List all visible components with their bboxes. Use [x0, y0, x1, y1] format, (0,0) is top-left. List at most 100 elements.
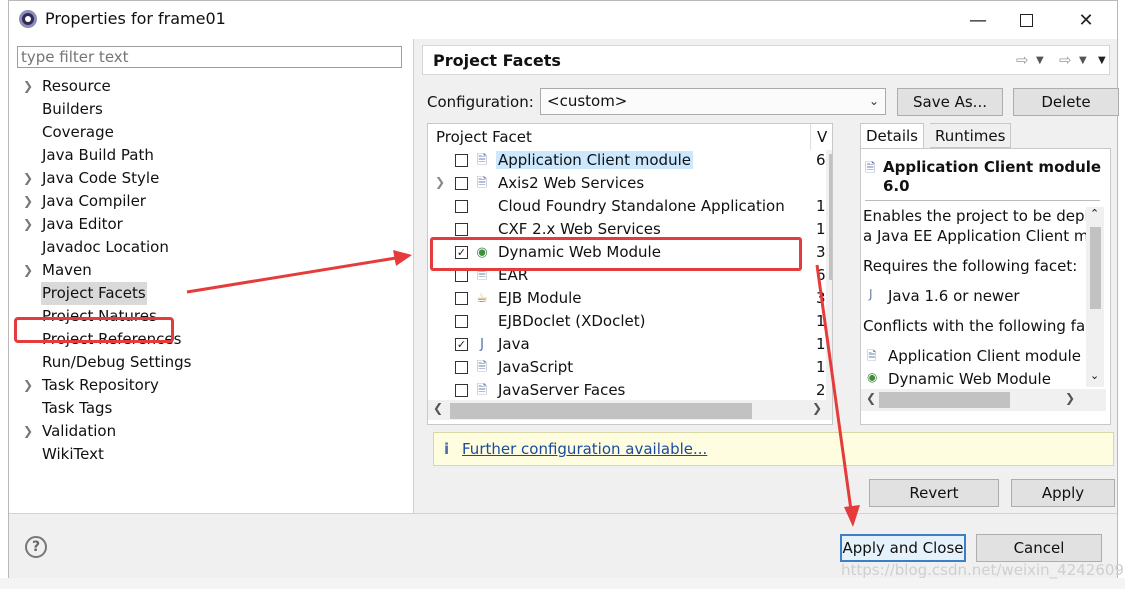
facet-name: JavaScript — [498, 358, 574, 376]
chevron-down-icon: ⌄ — [868, 94, 879, 108]
revert-button[interactable]: Revert — [869, 479, 999, 507]
sidebar-item-label: WikiText — [42, 445, 104, 463]
back-menu-icon[interactable]: ▼ — [1036, 55, 1044, 66]
details-body: 🗎 Application Client module 6.0 Enables … — [860, 148, 1111, 425]
chevron-right-icon[interactable]: ❯ — [23, 259, 33, 282]
details-horizontal-scroll-thumb[interactable] — [879, 392, 1010, 408]
facet-row[interactable]: ☕ EJB Module 3. — [428, 288, 830, 311]
watermark: https://blog.csdn.net/weixin_42426099 — [841, 561, 1125, 579]
chevron-right-icon[interactable]: ❯ — [23, 75, 33, 98]
facet-row[interactable]: ✓ J Java 1. — [428, 334, 830, 357]
facet-checkbox[interactable] — [455, 315, 468, 328]
facet-row[interactable]: Cloud Foundry Standalone Application 1. — [428, 196, 830, 219]
sidebar-item-label: Coverage — [42, 123, 114, 141]
page-icon: 🗎 — [476, 153, 488, 168]
scroll-right-icon[interactable]: ❯ — [812, 401, 822, 415]
maximize-button[interactable] — [1003, 5, 1049, 35]
sidebar-item-label: Javadoc Location — [42, 238, 169, 256]
vertical-scroll-thumb[interactable] — [829, 154, 832, 280]
further-configuration-link[interactable]: Further configuration available... — [462, 440, 707, 458]
facet-name: Axis2 Web Services — [498, 174, 645, 192]
filter-input[interactable] — [17, 46, 402, 68]
page-icon: 🗎 — [476, 383, 488, 398]
chevron-right-icon[interactable]: ❯ — [23, 190, 33, 213]
forward-menu-icon[interactable]: ▼ — [1079, 55, 1087, 66]
facet-row[interactable]: ❯ 🗎 Axis2 Web Services — [428, 173, 826, 196]
delete-button[interactable]: Delete — [1013, 88, 1119, 116]
tab-details[interactable]: Details — [860, 123, 925, 148]
sidebar-item-label: Maven — [42, 261, 92, 279]
conflicts-label: Conflicts with the following fac — [863, 317, 1094, 335]
sidebar-item-label: Resource — [42, 77, 111, 95]
facet-checkbox[interactable] — [455, 223, 468, 236]
scroll-right-icon[interactable]: ❯ — [1065, 391, 1075, 405]
close-button[interactable]: ✕ — [1063, 5, 1109, 35]
configuration-value: <custom> — [547, 92, 628, 110]
details-vertical-scroll-thumb[interactable] — [1090, 227, 1101, 309]
facet-name: CXF 2.x Web Services — [498, 220, 661, 238]
sidebar-item-label: Task Tags — [42, 399, 113, 417]
facet-name: EJB Module — [498, 289, 582, 307]
facet-row[interactable]: 🗎 JavaScript 1. — [428, 357, 830, 380]
facet-checkbox[interactable] — [455, 384, 468, 397]
scroll-up-icon[interactable]: ⌃ — [1090, 207, 1099, 220]
scroll-left-icon[interactable]: ❮ — [866, 391, 876, 405]
back-arrow-icon[interactable]: ⇨ — [1016, 51, 1029, 69]
chevron-right-icon[interactable]: ❯ — [23, 167, 33, 190]
configuration-label: Configuration: — [427, 93, 534, 111]
facet-checkbox[interactable] — [455, 361, 468, 374]
property-tree-pane: ❯ Resource Builders Coverage Java Build Path… — [9, 39, 414, 513]
scroll-left-icon[interactable]: ❮ — [433, 401, 443, 415]
view-menu-icon[interactable]: ▼ — [1098, 55, 1106, 66]
sidebar-item-label: Project Facets — [41, 282, 147, 305]
eclipse-icon — [19, 10, 37, 28]
sidebar-item-label: Java Compiler — [42, 192, 146, 210]
column-header-facet[interactable]: Project Facet — [436, 128, 532, 146]
java-icon: J — [869, 287, 873, 301]
globe-page-icon: ◉ — [867, 370, 878, 384]
bean-icon: ☕ — [476, 291, 488, 306]
background-editor-bottom — [0, 578, 1125, 589]
chevron-right-icon[interactable]: ❯ — [23, 420, 33, 443]
tab-runtimes[interactable]: Runtimes — [930, 123, 1012, 148]
page-icon: 🗎 — [867, 349, 877, 363]
details-panel: Details Runtimes 🗎 Application Client mo… — [852, 123, 1117, 425]
chevron-right-icon[interactable]: ❯ — [23, 213, 33, 236]
column-header-version[interactable]: V — [817, 128, 827, 146]
project-facets-page: Project Facets ⇨ ▼ ⇨ ▼ ▼ Configuration: … — [414, 39, 1119, 513]
facet-name: Application Client module — [496, 151, 693, 169]
sidebar-item-label: Run/Debug Settings — [42, 353, 192, 371]
chevron-right-icon[interactable]: ❯ — [435, 175, 445, 189]
requires-label: Requires the following facet: — [863, 257, 1078, 275]
java-icon: J — [480, 337, 484, 352]
forward-arrow-icon[interactable]: ⇨ — [1059, 51, 1072, 69]
sidebar-item-label: Java Editor — [42, 215, 123, 233]
minimize-button[interactable]: — — [955, 5, 1001, 35]
horizontal-scroll-thumb[interactable] — [450, 403, 752, 419]
apply-button[interactable]: Apply — [1011, 479, 1115, 507]
window-title: Properties for frame01 — [45, 9, 226, 28]
save-as-button[interactable]: Save As... — [897, 88, 1003, 116]
facet-checkbox[interactable] — [455, 177, 468, 190]
facet-row[interactable]: EJBDoclet (XDoclet) 1. — [428, 311, 830, 334]
facet-checkbox[interactable]: ✓ — [455, 338, 468, 351]
apply-and-close-button[interactable]: Apply and Close — [840, 534, 966, 562]
configuration-select[interactable]: <custom> ⌄ — [540, 88, 886, 115]
chevron-right-icon[interactable]: ❯ — [23, 374, 33, 397]
info-icon: i — [444, 440, 450, 458]
sidebar-item-label: Java Build Path — [42, 146, 154, 164]
properties-dialog: Properties for frame01 — ✕ ❯ Resource Buil… — [8, 0, 1125, 579]
page-icon: 🗎 — [476, 176, 488, 191]
facet-name: JavaServer Faces — [498, 381, 626, 399]
scroll-down-icon[interactable]: ⌄ — [1090, 369, 1099, 382]
facet-checkbox[interactable] — [455, 154, 468, 167]
info-bar: i Further configuration available... — [433, 432, 1114, 466]
details-separator — [865, 200, 1100, 201]
facet-row[interactable]: 🗎 Application Client module 6. — [428, 150, 830, 173]
cancel-button[interactable]: Cancel — [976, 534, 1102, 562]
page-title: Project Facets — [433, 51, 561, 70]
help-icon[interactable]: ? — [25, 536, 47, 558]
facet-name: Cloud Foundry Standalone Application — [498, 197, 785, 215]
facet-checkbox[interactable] — [455, 292, 468, 305]
facet-checkbox[interactable] — [455, 200, 468, 213]
